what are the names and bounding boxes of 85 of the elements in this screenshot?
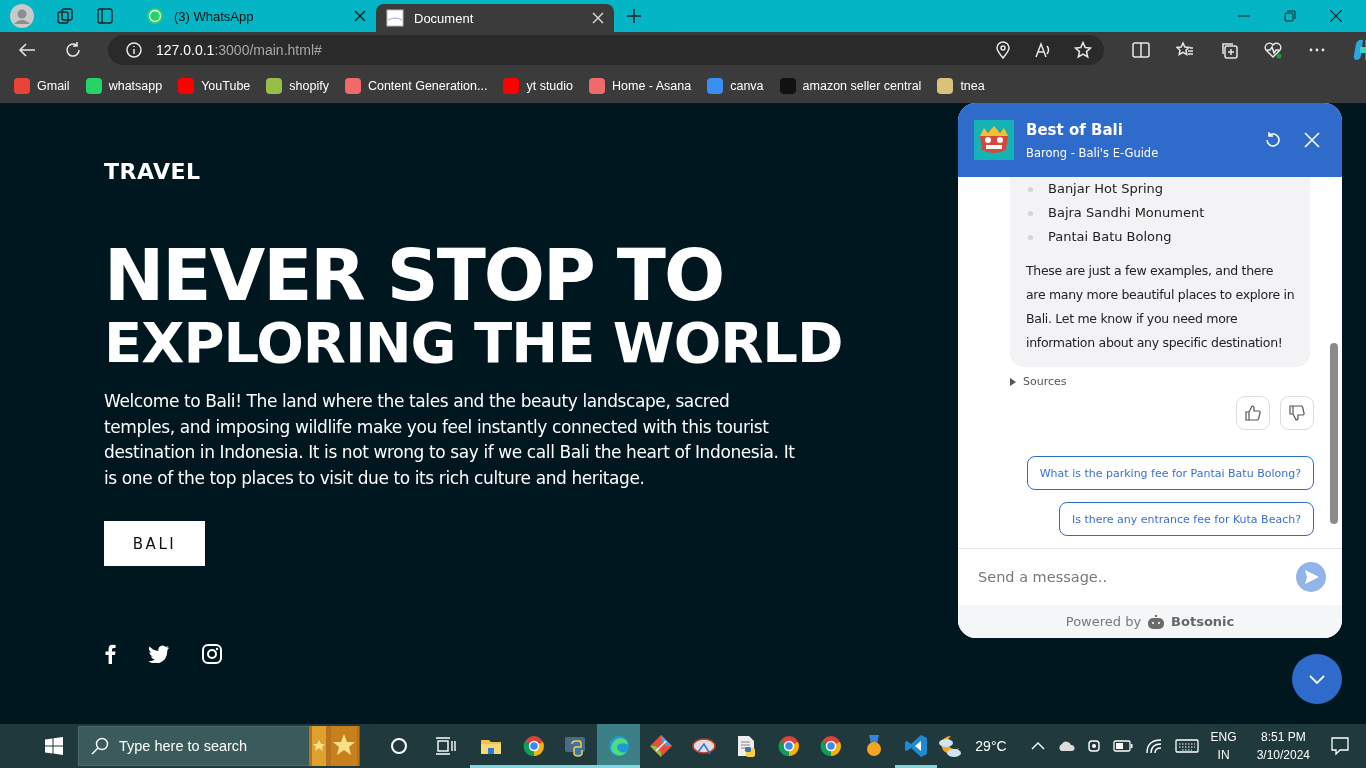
page-icon [386, 9, 404, 27]
robot-icon [1147, 613, 1166, 630]
bookmark-link[interactable]: amazon seller central [779, 77, 922, 94]
heart-pulse-icon[interactable] [1264, 41, 1282, 59]
suggested-question[interactable]: What is the parking fee for Pantai Batu Bolong? [1026, 456, 1314, 490]
tab-title: Document [414, 10, 475, 26]
wifi-icon[interactable] [1144, 738, 1163, 754]
thumbs-down-icon [1289, 405, 1305, 421]
windows-start-icon[interactable] [45, 737, 63, 755]
bookmark-link[interactable]: shopify [266, 77, 329, 94]
chevron-up-icon[interactable] [1030, 741, 1045, 751]
sources-toggle[interactable]: Sources [1010, 375, 1067, 388]
thumbs-up-icon [1245, 405, 1261, 421]
split-screen-icon[interactable] [1132, 41, 1150, 59]
taskbar-search-field[interactable]: Type here to search [78, 726, 360, 766]
cloud-icon[interactable] [1056, 740, 1075, 752]
collections-icon[interactable] [1220, 41, 1238, 59]
brand-text: TRAVEL [104, 159, 202, 184]
instagram-icon[interactable] [202, 644, 222, 665]
temperature-text: 29°C [975, 738, 1007, 754]
twitter-bird-icon[interactable] [148, 645, 170, 664]
round-browser-icon [521, 734, 546, 758]
address-bar[interactable]: 127.0.0.1:3000/main.html# [108, 35, 1104, 65]
facebook-icon[interactable] [104, 644, 116, 665]
language-indicator[interactable]: ENG IN [1210, 728, 1237, 764]
bookmark-link[interactable]: yt studio [503, 77, 573, 94]
task-view-icon[interactable] [436, 737, 456, 755]
list-item: Bajra Sandhi Monument [1026, 201, 1296, 225]
camera-icon[interactable] [1086, 737, 1101, 755]
notifications-icon[interactable] [1330, 736, 1350, 756]
refresh-icon[interactable] [64, 41, 82, 59]
list-item: Banjar Hot Spring [1026, 177, 1296, 201]
clock[interactable]: 8:51 PM 3/10/2024 [1256, 728, 1310, 764]
search-input[interactable]: Type here to search [117, 737, 301, 755]
chat-title: Best of Bali [1026, 120, 1124, 139]
bali-button[interactable]: BALI [104, 521, 205, 567]
close-icon[interactable] [354, 10, 366, 22]
refresh-icon[interactable] [1264, 131, 1282, 149]
thumbs-up-button[interactable] [1236, 396, 1270, 430]
weather-cloud-moon-icon[interactable] [937, 734, 964, 758]
mask-avatar-icon [974, 120, 1014, 160]
tab-title: (3) WhatsApp [174, 8, 255, 24]
chat-bubble-icon [146, 7, 164, 25]
wave-logo-icon [606, 734, 631, 758]
info-icon [126, 42, 142, 58]
bookmark-link[interactable]: Content Generation... [344, 77, 488, 94]
browser-tab[interactable]: Document [376, 4, 614, 32]
code-editor-icon [904, 734, 929, 758]
battery-icon[interactable] [1112, 740, 1133, 752]
read-aloud-icon[interactable] [1034, 41, 1052, 59]
keyboard-icon[interactable] [1174, 738, 1199, 754]
url-text: 127.0.0.1:3000/main.html# [156, 42, 322, 58]
round-browser-icon [776, 734, 801, 758]
browser-tab[interactable]: (3) WhatsApp [136, 0, 376, 32]
back-icon[interactable] [18, 41, 36, 59]
suggested-question[interactable]: Is there any entrance fee for Kuta Beach? [1059, 502, 1314, 536]
scroll-thumb[interactable] [1330, 343, 1338, 524]
provider-name[interactable]: Botsonic [1171, 614, 1235, 629]
bookmark-link[interactable]: Home - Asana [589, 77, 692, 94]
caret-icon [1010, 377, 1016, 386]
bookmark-link[interactable]: whatsapp [85, 77, 163, 94]
powered-by-text: Powered by [1065, 614, 1142, 629]
close-icon[interactable] [1330, 10, 1342, 22]
message-text: These are just a few examples, and there are many more beautiful places to explore in Bali. Let me know if you need more information about any specific destination! [1026, 262, 1296, 352]
favorites-icon[interactable] [1176, 41, 1194, 59]
cortana-circle-icon[interactable] [390, 737, 408, 755]
intro-paragraph: Welcome to Bali! The land where the tales and the beauty landscape, sacred temples, and imposing wildlife make you feel instantly connected with this tourist destination in Indonesia. It is not wrong to say if we call Bali the heart of Indonesia. It is one of the top places to visit due to its rich culture and heritage. [104, 390, 796, 490]
bookmark-link[interactable]: Gmail [14, 77, 70, 94]
star-icon[interactable] [1074, 41, 1092, 59]
thumbs-down-button[interactable] [1280, 396, 1314, 430]
tab-actions-icon[interactable] [96, 7, 114, 25]
chat-subtitle: Barong - Bali's E-Guide [1026, 145, 1160, 160]
restore-icon[interactable] [1284, 10, 1296, 22]
collapse-chat-button[interactable] [1292, 654, 1342, 704]
new-tab-icon[interactable] [626, 8, 642, 24]
diamond-icon [649, 734, 674, 758]
search-icon [91, 737, 109, 755]
bookmark-link[interactable]: canva [707, 77, 764, 94]
location-pin-icon[interactable] [994, 41, 1012, 59]
round-browser-icon [819, 734, 844, 758]
stars-banner-icon [309, 726, 359, 766]
bookmark-link[interactable]: YouTube [178, 77, 251, 94]
bookmark-link[interactable]: tnea [937, 77, 985, 94]
workspaces-icon[interactable] [56, 7, 74, 25]
list-item: Pantai Batu Bolong [1026, 225, 1296, 249]
